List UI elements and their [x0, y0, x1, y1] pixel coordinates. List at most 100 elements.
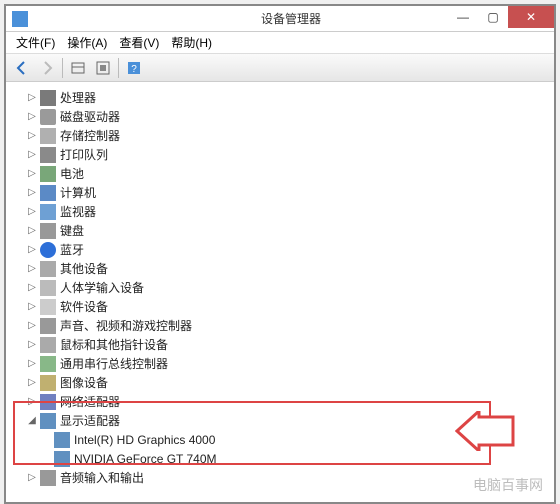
device-category-icon	[40, 356, 56, 372]
device-category-icon	[40, 109, 56, 125]
options-button[interactable]	[91, 57, 115, 79]
close-button[interactable]: ✕	[508, 6, 554, 28]
expand-arrow-icon[interactable]: ▷	[26, 263, 38, 275]
device-category-icon	[40, 318, 56, 334]
tree-node[interactable]: ▷ 存储控制器	[26, 126, 554, 145]
tree-node[interactable]: ▷ 其他设备	[26, 259, 554, 278]
tree-node-label: 监视器	[60, 203, 96, 220]
expand-arrow-icon[interactable]: ▷	[26, 472, 38, 484]
tree-node-label: 人体学输入设备	[60, 279, 144, 296]
tree-node[interactable]: ▷ 通用串行总线控制器	[26, 354, 554, 373]
device-category-icon	[40, 261, 56, 277]
forward-button[interactable]	[35, 57, 59, 79]
tree-node[interactable]: ▷ 磁盘驱动器	[26, 107, 554, 126]
device-category-icon	[40, 280, 56, 296]
device-category-icon	[40, 413, 56, 429]
device-category-icon	[40, 166, 56, 182]
tree-node[interactable]: ▷ 蓝牙	[26, 240, 554, 259]
tree-node[interactable]: ▷ 处理器	[26, 88, 554, 107]
tree-node-label: 磁盘驱动器	[60, 108, 120, 125]
expand-arrow-icon[interactable]: ▷	[26, 92, 38, 104]
tree-node-label: 处理器	[60, 89, 96, 106]
tree-node-label: 鼠标和其他指针设备	[60, 336, 168, 353]
tree-node[interactable]: ▷ 电池	[26, 164, 554, 183]
tree-node[interactable]: ▷ 计算机	[26, 183, 554, 202]
tree-node[interactable]: ◢ 显示适配器	[26, 411, 554, 430]
tree-node-label: 其他设备	[60, 260, 108, 277]
expand-arrow-icon[interactable]: ▷	[26, 377, 38, 389]
tree-node-label: 声音、视频和游戏控制器	[60, 317, 192, 334]
device-category-icon	[40, 470, 56, 486]
minimize-button[interactable]: —	[448, 6, 478, 28]
expand-arrow-icon[interactable]: ▷	[26, 301, 38, 313]
tree-node[interactable]: ▷ 打印队列	[26, 145, 554, 164]
expand-arrow-icon[interactable]: ▷	[26, 168, 38, 180]
device-category-icon	[40, 337, 56, 353]
tree-node-label: 键盘	[60, 222, 84, 239]
tree-node-label: 显示适配器	[60, 412, 120, 429]
expand-arrow-icon[interactable]: ▷	[26, 244, 38, 256]
tree-node[interactable]: ▷ 软件设备	[26, 297, 554, 316]
device-category-icon	[40, 394, 56, 410]
toolbar: ?	[6, 54, 554, 82]
device-category-icon	[40, 128, 56, 144]
toolbar-separator	[118, 58, 119, 78]
expand-arrow-icon[interactable]: ▷	[26, 149, 38, 161]
tree-child-label: NVIDIA GeForce GT 740M	[74, 452, 217, 466]
device-category-icon	[40, 223, 56, 239]
maximize-button[interactable]: ▢	[478, 6, 508, 28]
tree-node-label: 计算机	[60, 184, 96, 201]
menu-view[interactable]: 查看(V)	[115, 34, 163, 51]
device-category-icon	[40, 299, 56, 315]
device-category-icon	[40, 147, 56, 163]
tree-node-label: 打印队列	[60, 146, 108, 163]
expand-arrow-icon[interactable]: ▷	[26, 339, 38, 351]
menu-action[interactable]: 操作(A)	[63, 34, 111, 51]
device-category-icon	[40, 242, 56, 258]
properties-button[interactable]	[66, 57, 90, 79]
app-icon	[12, 11, 28, 27]
tree-child-node[interactable]: NVIDIA GeForce GT 740M	[40, 449, 554, 468]
expand-arrow-icon[interactable]: ▷	[26, 320, 38, 332]
device-category-icon	[40, 90, 56, 106]
help-button[interactable]: ?	[122, 57, 146, 79]
tree-node[interactable]: ▷ 鼠标和其他指针设备	[26, 335, 554, 354]
tree-node[interactable]: ▷ 声音、视频和游戏控制器	[26, 316, 554, 335]
tree-node[interactable]: ▷ 键盘	[26, 221, 554, 240]
expand-arrow-icon[interactable]: ▷	[26, 396, 38, 408]
expand-arrow-icon[interactable]: ▷	[26, 130, 38, 142]
expand-arrow-icon[interactable]: ▷	[26, 187, 38, 199]
back-button[interactable]	[10, 57, 34, 79]
expand-arrow-icon[interactable]: ◢	[26, 415, 38, 427]
device-category-icon	[40, 204, 56, 220]
menu-file[interactable]: 文件(F)	[12, 34, 59, 51]
device-category-icon	[40, 375, 56, 391]
expand-arrow-icon[interactable]: ▷	[26, 111, 38, 123]
tree-node-label: 蓝牙	[60, 241, 84, 258]
device-category-icon	[40, 185, 56, 201]
tree-node-label: 图像设备	[60, 374, 108, 391]
toolbar-separator	[62, 58, 63, 78]
tree-child-node[interactable]: Intel(R) HD Graphics 4000	[40, 430, 554, 449]
tree-node-label: 音频输入和输出	[60, 469, 144, 486]
tree-child-label: Intel(R) HD Graphics 4000	[74, 433, 215, 447]
tree-node[interactable]: ▷ 人体学输入设备	[26, 278, 554, 297]
device-manager-window: 设备管理器 — ▢ ✕ 文件(F) 操作(A) 查看(V) 帮助(H) ? ▷ 处…	[5, 5, 555, 503]
expand-arrow-icon[interactable]: ▷	[26, 282, 38, 294]
menu-help[interactable]: 帮助(H)	[167, 34, 216, 51]
expand-arrow-icon[interactable]: ▷	[26, 225, 38, 237]
tree-node-label: 存储控制器	[60, 127, 120, 144]
tree-node[interactable]: ▷ 监视器	[26, 202, 554, 221]
tree-node-label: 网络适配器	[60, 393, 120, 410]
svg-text:?: ?	[131, 64, 137, 75]
expand-arrow-icon[interactable]: ▷	[26, 358, 38, 370]
tree-node[interactable]: ▷ 网络适配器	[26, 392, 554, 411]
titlebar: 设备管理器 — ▢ ✕	[6, 6, 554, 32]
tree-node[interactable]: ▷ 图像设备	[26, 373, 554, 392]
tree-node-label: 软件设备	[60, 298, 108, 315]
tree-node-label: 通用串行总线控制器	[60, 355, 168, 372]
menubar: 文件(F) 操作(A) 查看(V) 帮助(H)	[6, 32, 554, 54]
tree-node-label: 电池	[60, 165, 84, 182]
device-icon	[54, 451, 70, 467]
expand-arrow-icon[interactable]: ▷	[26, 206, 38, 218]
